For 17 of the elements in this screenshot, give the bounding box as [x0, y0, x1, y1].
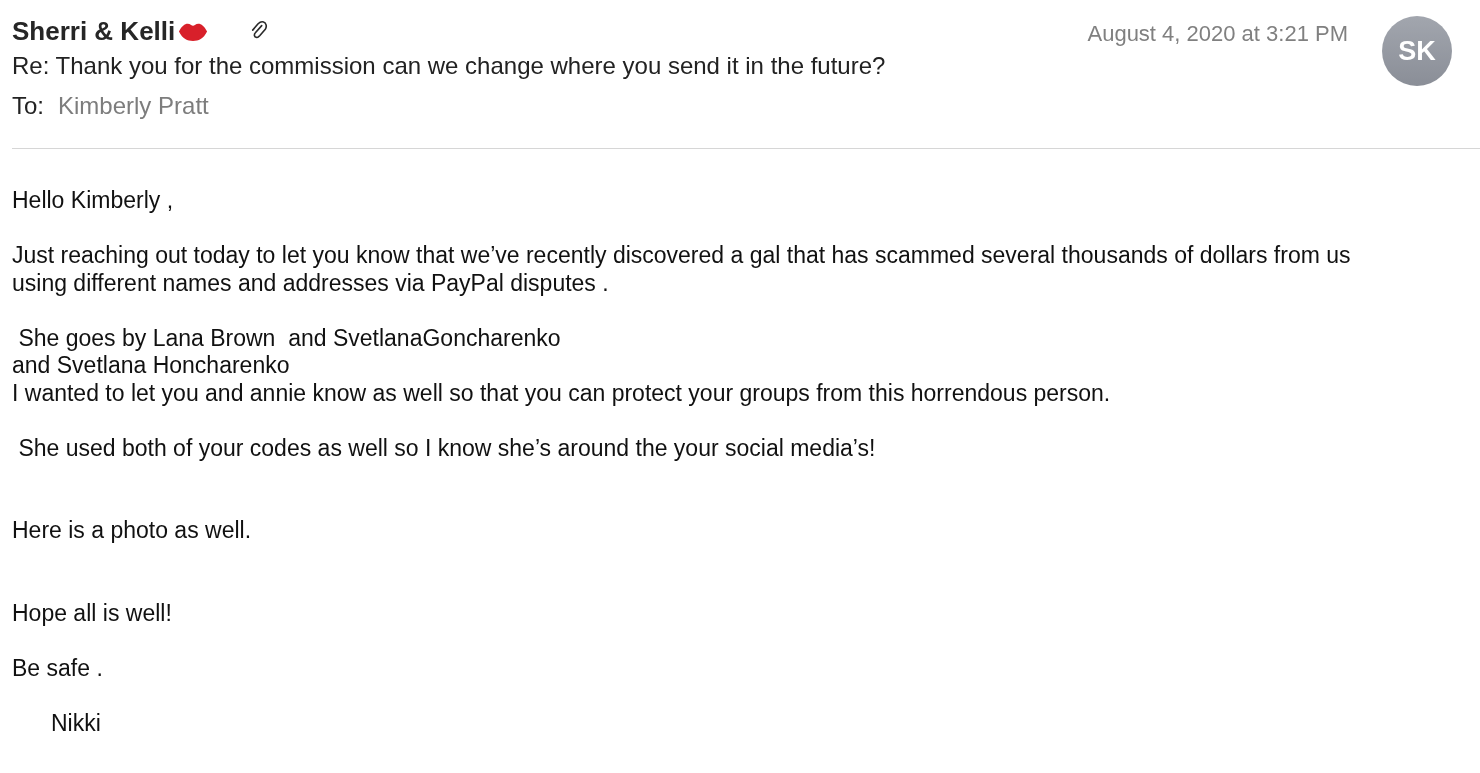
body-text: She used both of your codes as well so I know she’s around the your social media’s! [17, 434, 877, 462]
recipient-name: Kimberly Pratt [58, 92, 209, 119]
sender-avatar: SK [1382, 16, 1452, 86]
body-text: Just reaching out today to let you know that we’ve recently discovered a gal that has scammed several thousands of dollars from us [12, 242, 1352, 270]
body-text: Be safe . [12, 654, 104, 682]
body-text: Here is a photo as well. [12, 517, 253, 545]
sender-name: Sherri & Kelli [12, 15, 176, 47]
body-text: and Svetlana Honcharenko [12, 352, 291, 380]
body-text: She goes by Lana Brown and SvetlanaGoncharenko [17, 324, 562, 352]
to-label: To: [12, 92, 44, 119]
body-text: Hello Kimberly , [12, 187, 175, 215]
email-date: August 4, 2020 at 3:21 PM [1087, 21, 1348, 47]
body-text: using different names and addresses via PayPal disputes . [12, 269, 610, 297]
body-text: I wanted to let you and annie know as well so that you can protect your groups from this horrendous person. [12, 379, 1112, 407]
signature-text: Nikki [50, 709, 102, 737]
body-text: Hope all is well! [12, 599, 173, 627]
email-subject: Re: Thank you for the commission can we change where you send it in the future? [12, 52, 886, 80]
